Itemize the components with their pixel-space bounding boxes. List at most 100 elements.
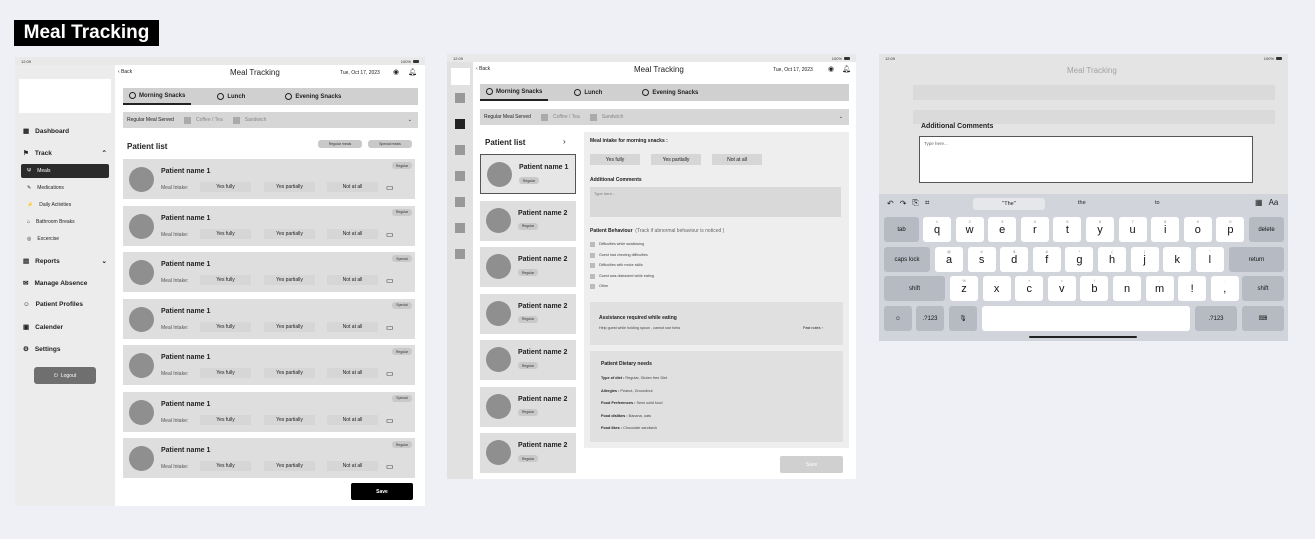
key-comma[interactable]: .,	[1210, 276, 1239, 301]
meal-served-dropdown[interactable]: Regular Meal Served Coffee / Tea Sandwic…	[480, 109, 849, 125]
profile-icon[interactable]: ◉	[393, 68, 399, 76]
key-c[interactable]: + c	[1015, 276, 1044, 301]
key-h[interactable]: (h	[1098, 247, 1126, 272]
patient-card[interactable]: Patient name 2 Regular	[480, 433, 576, 473]
key-o[interactable]: 9o	[1183, 217, 1212, 242]
dashboard-icon[interactable]	[455, 93, 465, 103]
delete-key[interactable]: delete	[1249, 217, 1284, 242]
yes-partially-button[interactable]: Yes partially	[264, 182, 315, 192]
return-key[interactable]: return	[1229, 247, 1284, 272]
sidebar-item-absence[interactable]: ✉ Manage Absence	[15, 279, 115, 288]
suggestion-2[interactable]: the	[1078, 200, 1086, 206]
save-button[interactable]: Save	[780, 456, 843, 473]
patient-card[interactable]: Patient name 2 Regular	[480, 200, 576, 241]
key-j[interactable]: ) j	[1130, 247, 1159, 272]
text-format-icon[interactable]: Aa	[1269, 198, 1279, 207]
redo-icon[interactable]: ↷	[900, 199, 907, 208]
key-v[interactable]: = v	[1047, 276, 1076, 301]
key-u[interactable]: 7u	[1118, 217, 1147, 242]
key-i[interactable]: 8i	[1151, 217, 1180, 242]
back-link[interactable]: ‹ Back	[118, 69, 132, 75]
yes-partially-button[interactable]: Yes partially	[651, 154, 701, 165]
sidebar-item-settings[interactable]: ⚙ Settings	[15, 345, 115, 354]
key-a[interactable]: @ a	[935, 247, 963, 272]
tab-morning-snacks[interactable]: Morning Snacks	[480, 84, 549, 101]
behaviour-checkbox[interactable]	[590, 273, 595, 279]
sidebar-item-reports[interactable]: ▤ Reports ⌄	[15, 257, 115, 266]
yes-partially-button[interactable]: Yes partially	[264, 321, 315, 332]
sidebar-sub-medications[interactable]: ✎ Medications	[21, 181, 109, 195]
gear-icon[interactable]	[455, 249, 465, 259]
note-icon[interactable]: ▭	[386, 323, 394, 332]
track-icon[interactable]	[455, 119, 465, 129]
yes-fully-button[interactable]: Yes fully	[200, 275, 251, 285]
key-e[interactable]: 3e	[988, 217, 1017, 242]
past-notes-link[interactable]: Past notes ›	[803, 326, 823, 330]
key-b[interactable]: / b	[1080, 276, 1109, 301]
microphone-icon[interactable]: 🎙︎	[949, 306, 977, 331]
tab-key[interactable]: tab	[884, 217, 919, 242]
behaviour-checkbox[interactable]	[590, 242, 595, 247]
chevron-right-icon[interactable]: ›	[563, 137, 566, 146]
sidebar-item-dashboard[interactable]: ▦ Dashboard	[15, 127, 115, 136]
patient-card[interactable]: Patient name 2 Regular	[480, 340, 576, 380]
behaviour-checkbox[interactable]	[590, 284, 595, 289]
yes-fully-button[interactable]: Yes fully	[590, 154, 640, 165]
key-n[interactable]: ; n	[1113, 276, 1141, 301]
yes-fully-button[interactable]: Yes fully	[200, 182, 251, 192]
suggestion-1[interactable]: "The"	[973, 198, 1045, 210]
key-q[interactable]: 1q	[923, 217, 951, 242]
note-icon[interactable]: ▭	[386, 276, 394, 285]
key-l[interactable]: " l	[1195, 247, 1224, 272]
not-at-all-button[interactable]: Not at all	[327, 182, 378, 192]
back-link[interactable]: ‹ Back	[476, 66, 490, 72]
yes-partially-button[interactable]: Yes partially	[264, 414, 315, 425]
key-g[interactable]: * g	[1065, 247, 1094, 272]
patient-card[interactable]: Patient name 1 Regular	[480, 154, 576, 194]
not-at-all-button[interactable]: Not at all	[712, 154, 762, 165]
patient-card[interactable]: Patient name 2 Regular	[480, 293, 576, 334]
sidebar-item-track[interactable]: ⚑ Track ⌃	[15, 149, 115, 158]
sidebar-item-calendar[interactable]: ▣ Calender	[15, 323, 115, 332]
sidebar-item-profiles[interactable]: ☺ Patient Profiles	[15, 301, 115, 308]
not-at-all-button[interactable]: Not at all	[327, 368, 378, 378]
comments-textarea[interactable]: Type here...	[919, 136, 1253, 183]
yes-partially-button[interactable]: Yes partially	[264, 275, 315, 285]
yes-partially-button[interactable]: Yes partially	[264, 461, 315, 471]
yes-fully-button[interactable]: Yes fully	[200, 321, 251, 332]
behaviour-checkbox[interactable]	[590, 263, 595, 268]
absence-icon[interactable]	[455, 171, 465, 181]
key-x[interactable]: -x	[982, 276, 1011, 301]
key-m[interactable]: :m	[1145, 276, 1174, 301]
yes-fully-button[interactable]: Yes fully	[200, 368, 251, 378]
not-at-all-button[interactable]: Not at all	[327, 414, 378, 425]
key-s[interactable]: # s	[967, 247, 996, 272]
not-at-all-button[interactable]: Not at all	[327, 461, 378, 471]
sidebar-sub-meals[interactable]: Ψ Meals	[21, 164, 109, 178]
caps-lock-key[interactable]: caps lock	[884, 247, 930, 272]
space-key[interactable]	[982, 306, 1190, 331]
note-icon[interactable]: ▭	[386, 183, 394, 192]
note-icon[interactable]: ▭	[386, 462, 394, 471]
note-icon[interactable]: ▭	[386, 230, 394, 239]
profile-icon[interactable]: ◉	[828, 65, 834, 73]
tab-lunch[interactable]: Lunch	[568, 84, 608, 101]
yes-partially-button[interactable]: Yes partially	[264, 228, 315, 239]
not-at-all-button[interactable]: Not at all	[327, 321, 378, 332]
patient-card[interactable]: Patient name 2 Regular	[480, 386, 576, 427]
emoji-icon[interactable]: ☺	[884, 306, 912, 331]
numbers-key-left[interactable]: .?123	[916, 306, 944, 331]
shift-key-right[interactable]: shift	[1242, 276, 1284, 301]
note-icon[interactable]: ▭	[386, 416, 394, 425]
key-k[interactable]: ' k	[1163, 247, 1192, 272]
numbers-key-right[interactable]: .?123	[1195, 306, 1237, 331]
reports-icon[interactable]	[455, 145, 465, 155]
suggestion-3[interactable]: to	[1155, 200, 1160, 206]
keyboard-hide-icon[interactable]: ⌨	[1242, 306, 1284, 331]
yes-fully-button[interactable]: Yes fully	[200, 414, 251, 425]
key-y[interactable]: 6y	[1086, 217, 1114, 242]
shift-key-left[interactable]: shift	[884, 276, 945, 301]
profile-icon[interactable]	[455, 197, 465, 207]
key-t[interactable]: 5t	[1053, 217, 1082, 242]
save-button[interactable]: Save	[351, 483, 413, 500]
